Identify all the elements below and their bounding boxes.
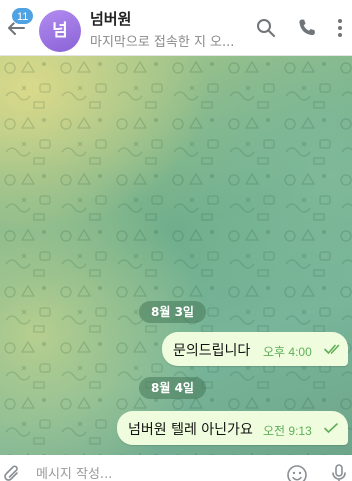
- composer-bar: [0, 455, 352, 481]
- date-separator: 8월 4일: [139, 377, 206, 399]
- unread-count-badge: 11: [11, 7, 35, 25]
- chat-background: 8월 3일 문의드립니다 오후 4:00 8월 4일 넘버원 텔레 아닌가요 오…: [0, 56, 352, 455]
- phone-icon[interactable]: [295, 16, 319, 40]
- avatar[interactable]: 넘: [39, 10, 81, 52]
- search-icon[interactable]: [254, 16, 278, 40]
- outgoing-message[interactable]: 문의드립니다 오후 4:00: [162, 332, 348, 366]
- smile-icon[interactable]: [286, 464, 308, 481]
- microphone-icon[interactable]: [330, 463, 348, 481]
- last-seen-status: 마지막으로 접속한 지 오...: [90, 35, 235, 50]
- message-time: 오전 9:13: [263, 424, 312, 438]
- message-input[interactable]: [36, 466, 236, 481]
- outgoing-message[interactable]: 넘버원 텔레 아닌가요 오전 9:13: [117, 411, 348, 445]
- check-icon: [324, 423, 338, 434]
- more-vertical-icon[interactable]: [328, 16, 352, 40]
- message-text: 넘버원 텔레 아닌가요: [128, 422, 253, 438]
- date-separator: 8월 3일: [139, 301, 206, 323]
- chat-title[interactable]: 넘버원: [90, 8, 131, 29]
- paperclip-icon[interactable]: [2, 464, 22, 481]
- message-text: 문의드립니다: [173, 343, 251, 359]
- chat-header: 11 넘 넘버원 마지막으로 접속한 지 오...: [0, 0, 352, 56]
- double-check-icon: [324, 344, 340, 355]
- message-time: 오후 4:00: [263, 345, 312, 359]
